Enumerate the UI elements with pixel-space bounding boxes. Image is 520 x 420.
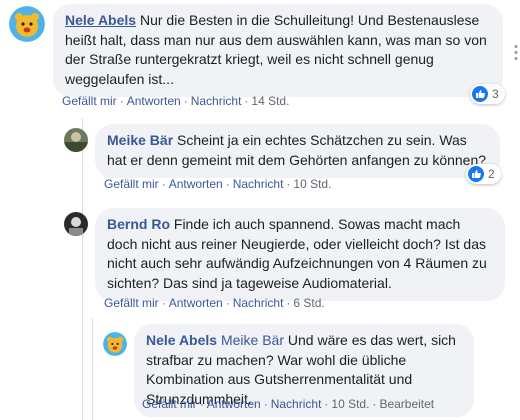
avatar[interactable] [64, 128, 88, 152]
timestamp[interactable]: 6 Std. [293, 296, 324, 310]
message-link[interactable]: Nachricht [191, 94, 242, 108]
reaction-count: 3 [492, 87, 499, 101]
comment-actions: Gefällt mir · Antworten · Nachricht · 10 Std. [104, 177, 332, 191]
message-link[interactable]: Nachricht [233, 296, 284, 310]
reply-link[interactable]: Antworten [169, 177, 223, 191]
comment-actions: Gefällt mir · Antworten · Nachricht · 10 Std. ·… [142, 397, 435, 411]
thumbs-up-icon [468, 166, 484, 182]
timestamp[interactable]: 10 Std. [331, 397, 369, 411]
thread-line [82, 118, 83, 420]
comment-author[interactable]: Nele Abels [146, 332, 217, 348]
comment-author[interactable]: Nele Abels [65, 12, 136, 28]
reply-link[interactable]: Antworten [207, 397, 261, 411]
message-link[interactable]: Nachricht [233, 177, 284, 191]
comment-author[interactable]: Meike Bär [107, 132, 173, 148]
like-link[interactable]: Gefällt mir [62, 94, 117, 108]
avatar[interactable] [64, 212, 88, 236]
avatar[interactable] [9, 6, 45, 42]
comment-bubble: Bernd Ro Finde ich auch spannend. Sowas … [95, 208, 505, 301]
more-options-icon[interactable]: • • • [514, 42, 518, 65]
timestamp[interactable]: 10 Std. [293, 177, 331, 191]
comment-author[interactable]: Bernd Ro [107, 216, 170, 232]
edited-label[interactable]: Bearbeitet [379, 397, 434, 411]
reply-link[interactable]: Antworten [169, 296, 223, 310]
thread-line [92, 318, 93, 420]
like-link[interactable]: Gefällt mir [104, 177, 159, 191]
comment-actions: Gefällt mir · Antworten · Nachricht · 6 Std. [104, 296, 325, 310]
message-link[interactable]: Nachricht [271, 397, 322, 411]
reply-link[interactable]: Antworten [127, 94, 181, 108]
reaction-badge[interactable]: 2 [466, 164, 501, 184]
comment-bubble: Meike Bär Scheint ja ein echtes Schätzch… [95, 124, 500, 178]
thumbs-up-icon [472, 86, 488, 102]
comment-bubble: Nele Abels Nur die Besten in die Schulle… [53, 4, 503, 97]
mention-link[interactable]: Meike Bär [221, 332, 284, 348]
timestamp[interactable]: 14 Std. [251, 94, 289, 108]
comment-actions: Gefällt mir · Antworten · Nachricht · 14 Std. [62, 94, 290, 108]
like-link[interactable]: Gefällt mir [142, 397, 197, 411]
reaction-badge[interactable]: 3 [470, 84, 505, 104]
reaction-count: 2 [488, 167, 495, 181]
like-link[interactable]: Gefällt mir [104, 296, 159, 310]
avatar[interactable] [103, 332, 127, 356]
